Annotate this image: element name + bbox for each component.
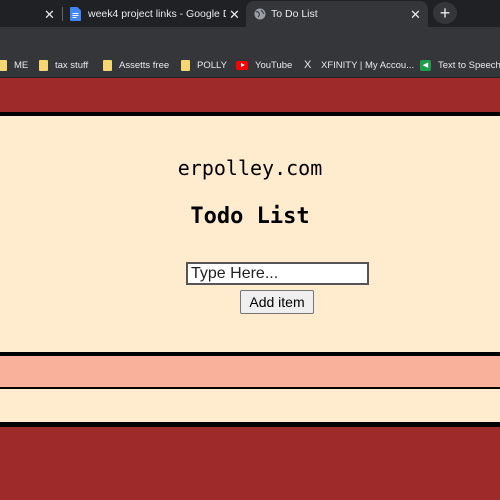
- bookmark-me[interactable]: ME: [0, 57, 28, 73]
- bookmark-label: YouTube: [255, 59, 293, 71]
- bookmark-xfinity[interactable]: X XFINITY | My Accou...: [304, 57, 414, 73]
- bookmark-label: POLLY: [197, 59, 227, 71]
- todo-list: [0, 354, 500, 422]
- site-name: erpolley.com: [177, 156, 323, 180]
- browser-toolbar: [0, 27, 500, 52]
- divider: [0, 422, 500, 427]
- text-to-speech-icon: ◀: [420, 59, 431, 71]
- folder-icon: [103, 59, 112, 71]
- plus-icon: +: [439, 2, 451, 23]
- todo-container: erpolley.com Todo List Add item: [0, 112, 500, 354]
- tab-partial[interactable]: ✕: [0, 1, 60, 27]
- folder-icon: [0, 59, 7, 71]
- tab-google-doc[interactable]: week4 project links - Google Doc ✕: [64, 1, 244, 27]
- close-tab-icon[interactable]: ✕: [44, 8, 55, 21]
- list-item[interactable]: [0, 354, 500, 389]
- bookmark-label: ME: [14, 59, 29, 71]
- todo-input[interactable]: [186, 262, 369, 285]
- page-title: Todo List: [190, 204, 310, 229]
- bookmark-tax-stuff[interactable]: tax stuff: [39, 57, 88, 73]
- tab-to-do-list[interactable]: To Do List ✕: [246, 1, 428, 27]
- add-item-button[interactable]: Add item: [240, 290, 314, 314]
- folder-icon: [181, 59, 190, 71]
- bookmark-label: XFINITY | My Accou...: [321, 59, 415, 71]
- close-tab-icon[interactable]: ✕: [229, 8, 240, 21]
- bookmark-label: tax stuff: [55, 59, 89, 71]
- close-tab-icon[interactable]: ✕: [410, 8, 421, 21]
- globe-icon: [254, 8, 266, 20]
- xfinity-icon: X: [304, 58, 312, 71]
- bookmark-text-to-speech[interactable]: ◀ Text to Speech o: [420, 57, 500, 73]
- youtube-icon: [236, 60, 248, 70]
- page-body: erpolley.com Todo List Add item: [0, 78, 500, 500]
- folder-icon: [39, 59, 48, 71]
- bookmark-polly[interactable]: POLLY: [181, 57, 227, 73]
- tab-strip: ✕ week4 project links - Google Doc ✕ To …: [0, 0, 500, 27]
- bookmarks-bar: ME tax stuff Assetts free POLLY YouTube …: [0, 52, 500, 78]
- bookmark-label: Assetts free: [119, 59, 170, 71]
- bookmark-assetts-free[interactable]: Assetts free: [103, 57, 169, 73]
- tab-title: To Do List: [271, 8, 318, 20]
- tab-title: week4 project links - Google Doc: [88, 8, 226, 20]
- bookmark-youtube[interactable]: YouTube: [236, 57, 292, 73]
- google-docs-icon: [70, 7, 81, 21]
- new-tab-button[interactable]: +: [433, 2, 457, 24]
- bookmark-label: Text to Speech o: [438, 59, 500, 71]
